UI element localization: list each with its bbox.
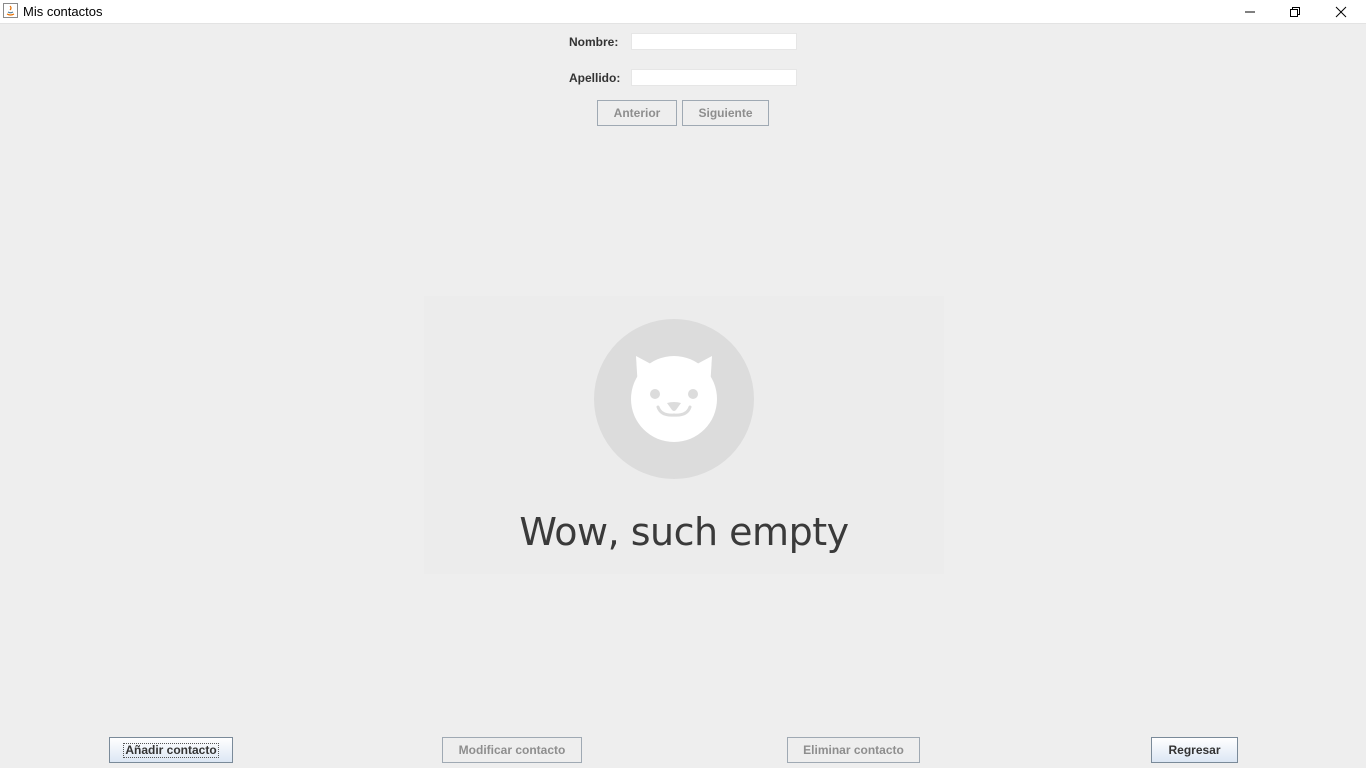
java-app-icon: [3, 3, 18, 18]
empty-state-avatar: [594, 319, 754, 479]
restore-button[interactable]: [1272, 0, 1318, 23]
next-button[interactable]: Siguiente: [682, 100, 769, 126]
apellido-label: Apellido:: [569, 71, 621, 85]
empty-state: Wow, such empty: [424, 296, 944, 574]
add-contact-button[interactable]: Añadir contacto: [109, 737, 233, 763]
back-button[interactable]: Regresar: [1151, 737, 1238, 763]
main-content: Nombre: Apellido: Anterior Siguiente Wow…: [0, 24, 1366, 768]
edit-contact-button[interactable]: Modificar contacto: [442, 737, 582, 763]
window-titlebar[interactable]: Mis contactos: [0, 0, 1366, 24]
minimize-icon: [1245, 11, 1255, 12]
close-button[interactable]: [1318, 0, 1364, 23]
nombre-field[interactable]: [631, 33, 797, 50]
empty-state-message: Wow, such empty: [519, 510, 849, 554]
restore-icon: [1290, 6, 1300, 17]
add-contact-label: Añadir contacto: [123, 742, 219, 758]
previous-button[interactable]: Anterior: [597, 100, 677, 126]
apellido-field[interactable]: [631, 69, 797, 86]
cat-face-icon: [631, 356, 717, 442]
delete-contact-button[interactable]: Eliminar contacto: [787, 737, 920, 763]
minimize-button[interactable]: [1227, 0, 1273, 23]
close-icon: [1335, 6, 1347, 17]
nombre-label: Nombre:: [569, 35, 619, 49]
window-title: Mis contactos: [23, 4, 103, 19]
